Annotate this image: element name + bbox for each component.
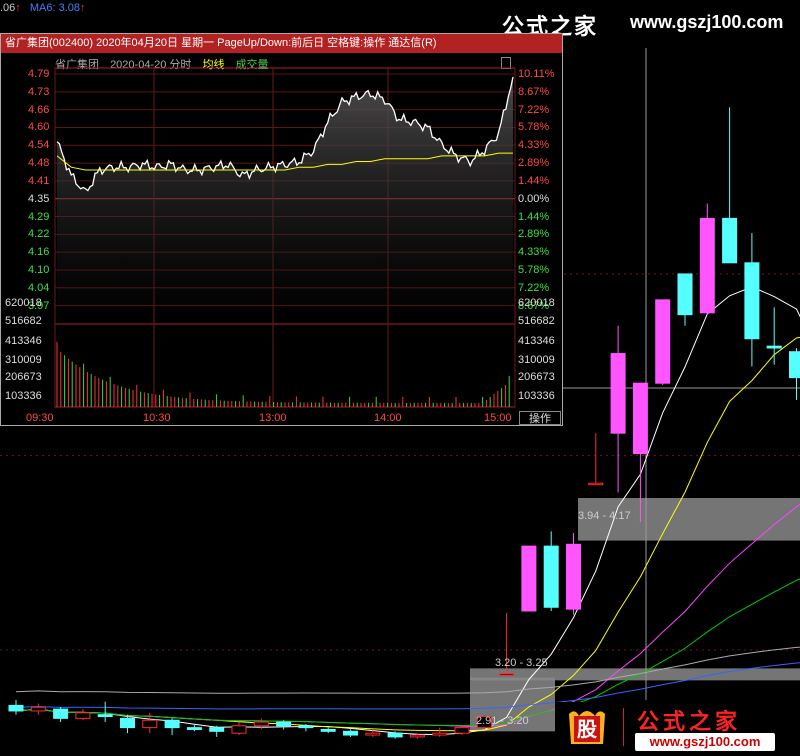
time-tick: 15:00 xyxy=(484,412,512,424)
price-tick: 4.79 xyxy=(28,68,50,80)
time-tick: 10:30 xyxy=(143,412,171,424)
ma-prefix: .06 xyxy=(0,2,16,14)
candle-body xyxy=(387,732,403,738)
candle-body xyxy=(75,712,91,719)
price-tick: 4.48 xyxy=(28,157,50,170)
candle-body xyxy=(120,717,135,729)
price-tick: 4.66 xyxy=(28,103,50,116)
candle-body xyxy=(432,732,448,736)
volume-tick: 516682 xyxy=(518,315,555,327)
candle-body xyxy=(789,351,800,379)
percent-tick: 5.78% xyxy=(518,121,550,134)
zone-label: 3.20 - 3.25 xyxy=(495,657,548,669)
candle-body xyxy=(722,217,738,264)
percent-tick: 7.22% xyxy=(518,281,550,294)
candle-body xyxy=(632,382,648,455)
volume-tick: 103336 xyxy=(5,390,42,402)
candle-body xyxy=(655,299,671,384)
candle-body xyxy=(142,719,158,729)
volume-tick: 413346 xyxy=(5,335,42,347)
candle-body xyxy=(588,482,604,486)
candle-body xyxy=(320,728,336,732)
candle-body xyxy=(454,727,470,734)
zone-label: 2.91 - 3.20 xyxy=(476,715,529,727)
percent-tick: 4.33% xyxy=(518,139,550,152)
volume-tick: 310009 xyxy=(5,354,42,366)
ma-arrow-icon: ↑ xyxy=(15,2,21,14)
percent-tick: 2.89% xyxy=(518,228,550,241)
percent-tick: 1.44% xyxy=(518,210,550,223)
ma5-value: MA6: 3.08 xyxy=(29,2,80,14)
candle-body xyxy=(186,727,202,730)
price-tick: 4.54 xyxy=(28,139,50,152)
candle-body xyxy=(677,273,693,316)
candle-body xyxy=(766,345,782,349)
percent-tick: 4.33% xyxy=(518,246,550,259)
percent-tick: 10.11% xyxy=(518,68,555,80)
price-tick: 4.73 xyxy=(28,85,50,98)
candle-body xyxy=(365,732,381,736)
intraday-chart xyxy=(54,67,516,408)
candle-body xyxy=(543,545,559,608)
candle-body xyxy=(298,725,314,729)
candle-body xyxy=(8,704,24,712)
volume-tick: 310009 xyxy=(518,354,555,366)
price-tick: 4.16 xyxy=(28,246,50,259)
price-area xyxy=(57,76,513,306)
watermark-divider xyxy=(623,708,624,746)
seal-char: 股 xyxy=(577,717,597,741)
price-tick: 4.35 xyxy=(28,192,50,205)
volume-tick: 516682 xyxy=(5,315,42,327)
time-tick: 13:00 xyxy=(259,412,287,424)
price-tick: 4.60 xyxy=(28,121,50,134)
price-tick: 4.04 xyxy=(28,281,50,294)
candle-body xyxy=(231,725,247,734)
percent-tick: 0.00% xyxy=(518,192,550,205)
watermark-bottom: 股 公式之家 www.gszj100.com xyxy=(555,702,800,756)
watermark-top-url: www.gszj100.com xyxy=(630,12,784,32)
operate-button[interactable]: 操作 xyxy=(519,411,561,425)
candle-body xyxy=(97,714,113,718)
price-tick: 4.10 xyxy=(28,263,50,276)
watermark-bottom-cn: 公式之家 xyxy=(637,710,742,735)
price-tick: 4.29 xyxy=(28,210,50,223)
candle-body xyxy=(209,727,225,732)
volume-tick: 103336 xyxy=(518,390,555,402)
candle-body xyxy=(164,719,180,729)
percent-tick: 5.78% xyxy=(518,263,550,276)
percent-tick: 2.89% xyxy=(518,157,550,170)
seal-logo-icon: 股 xyxy=(569,711,605,744)
intraday-popup[interactable]: 省广集团(002400) 2020年04月20日 星期一 PageUp/Down… xyxy=(0,33,563,426)
percent-tick: 8.67% xyxy=(518,85,550,98)
volume-tick: 206673 xyxy=(518,371,555,383)
zone-label: 3.94 - 4.17 xyxy=(578,510,631,522)
ma5-arrow-icon: ↑ xyxy=(80,2,86,14)
percent-tick: 1.44% xyxy=(518,174,550,187)
candle-body xyxy=(499,673,515,676)
candle-body xyxy=(30,706,46,712)
percent-tick: 7.22% xyxy=(518,103,550,116)
volume-tick: 620018 xyxy=(5,297,42,309)
time-tick: 14:00 xyxy=(374,412,402,424)
candle-body xyxy=(253,721,269,727)
price-tick: 4.41 xyxy=(28,174,50,187)
candle-body xyxy=(343,730,358,736)
price-tick: 4.22 xyxy=(28,228,50,241)
candle-body xyxy=(699,217,715,314)
candle-body xyxy=(566,543,581,610)
watermark-bottom-url: www.gszj100.com xyxy=(635,733,775,751)
candle-body xyxy=(521,545,537,612)
candle-body xyxy=(610,353,626,434)
candle-body xyxy=(744,262,760,340)
candle-body xyxy=(409,734,425,738)
candle-body xyxy=(276,721,292,727)
ma-readout: .06↑ MA6: 3.08↑ xyxy=(0,0,86,16)
volume-tick: 206673 xyxy=(5,371,42,383)
volume-tick: 620018 xyxy=(518,297,555,309)
candle-body xyxy=(53,708,69,719)
time-tick: 09:30 xyxy=(26,412,54,424)
volume-tick: 413346 xyxy=(518,335,555,347)
